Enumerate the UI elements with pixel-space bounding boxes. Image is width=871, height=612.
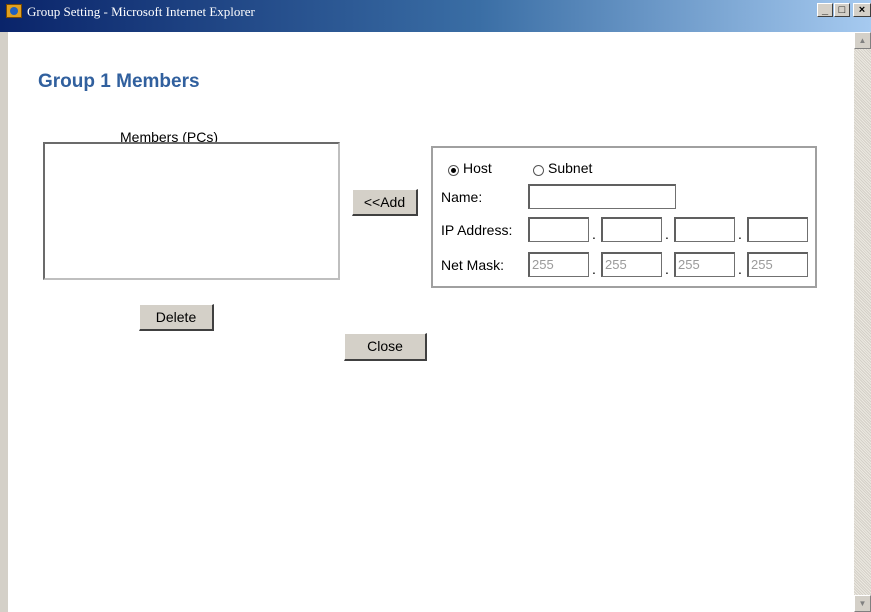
maximize-button[interactable]: □ (834, 3, 850, 17)
ip-octet-4-field[interactable] (747, 217, 808, 242)
delete-button[interactable]: Delete (139, 304, 214, 331)
ip-octet-1-field[interactable] (528, 217, 589, 242)
ip-address-label: IP Address: (441, 222, 513, 238)
minimize-button[interactable]: _ (817, 3, 833, 17)
mask-octet-1-field[interactable]: 255 (528, 252, 589, 277)
subnet-radio-label[interactable]: Subnet (548, 160, 592, 176)
ip-separator: . (738, 226, 742, 242)
ip-separator: . (665, 226, 669, 242)
ip-octet-3-field[interactable] (674, 217, 735, 242)
host-radio[interactable] (448, 165, 459, 176)
add-button[interactable]: <<Add (352, 189, 418, 216)
mask-octet-3-field[interactable]: 255 (674, 252, 735, 277)
scroll-up-arrow-icon[interactable]: ▲ (854, 32, 871, 49)
name-label: Name: (441, 189, 483, 205)
net-mask-label: Net Mask: (441, 257, 505, 273)
mask-separator: . (665, 261, 669, 277)
subnet-radio[interactable] (533, 165, 544, 176)
vertical-scrollbar[interactable]: ▲ ▼ (854, 32, 871, 612)
scroll-down-arrow-icon[interactable]: ▼ (854, 595, 871, 612)
window-title: Group Setting - Microsoft Internet Explo… (27, 4, 255, 19)
page-title: Group 1 Members (38, 71, 200, 92)
window-title-bar[interactable]: Group Setting - Microsoft Internet Explo… (0, 0, 871, 32)
page-content: Group 1 Members Members (PCs) <<Add Dele… (8, 32, 854, 612)
ip-octet-2-field[interactable] (601, 217, 662, 242)
close-window-button[interactable]: × (853, 3, 871, 17)
mask-separator: . (592, 261, 596, 277)
ip-separator: . (592, 226, 596, 242)
mask-octet-2-field[interactable]: 255 (601, 252, 662, 277)
members-listbox[interactable] (43, 142, 340, 280)
close-button[interactable]: Close (344, 333, 427, 361)
mask-separator: . (738, 261, 742, 277)
name-field[interactable] (528, 184, 676, 209)
member-entry-form: Host Subnet Name: IP Address: . . . Net … (431, 146, 817, 288)
internet-explorer-icon (6, 4, 22, 18)
host-radio-label[interactable]: Host (463, 160, 492, 176)
mask-octet-4-field[interactable]: 255 (747, 252, 808, 277)
